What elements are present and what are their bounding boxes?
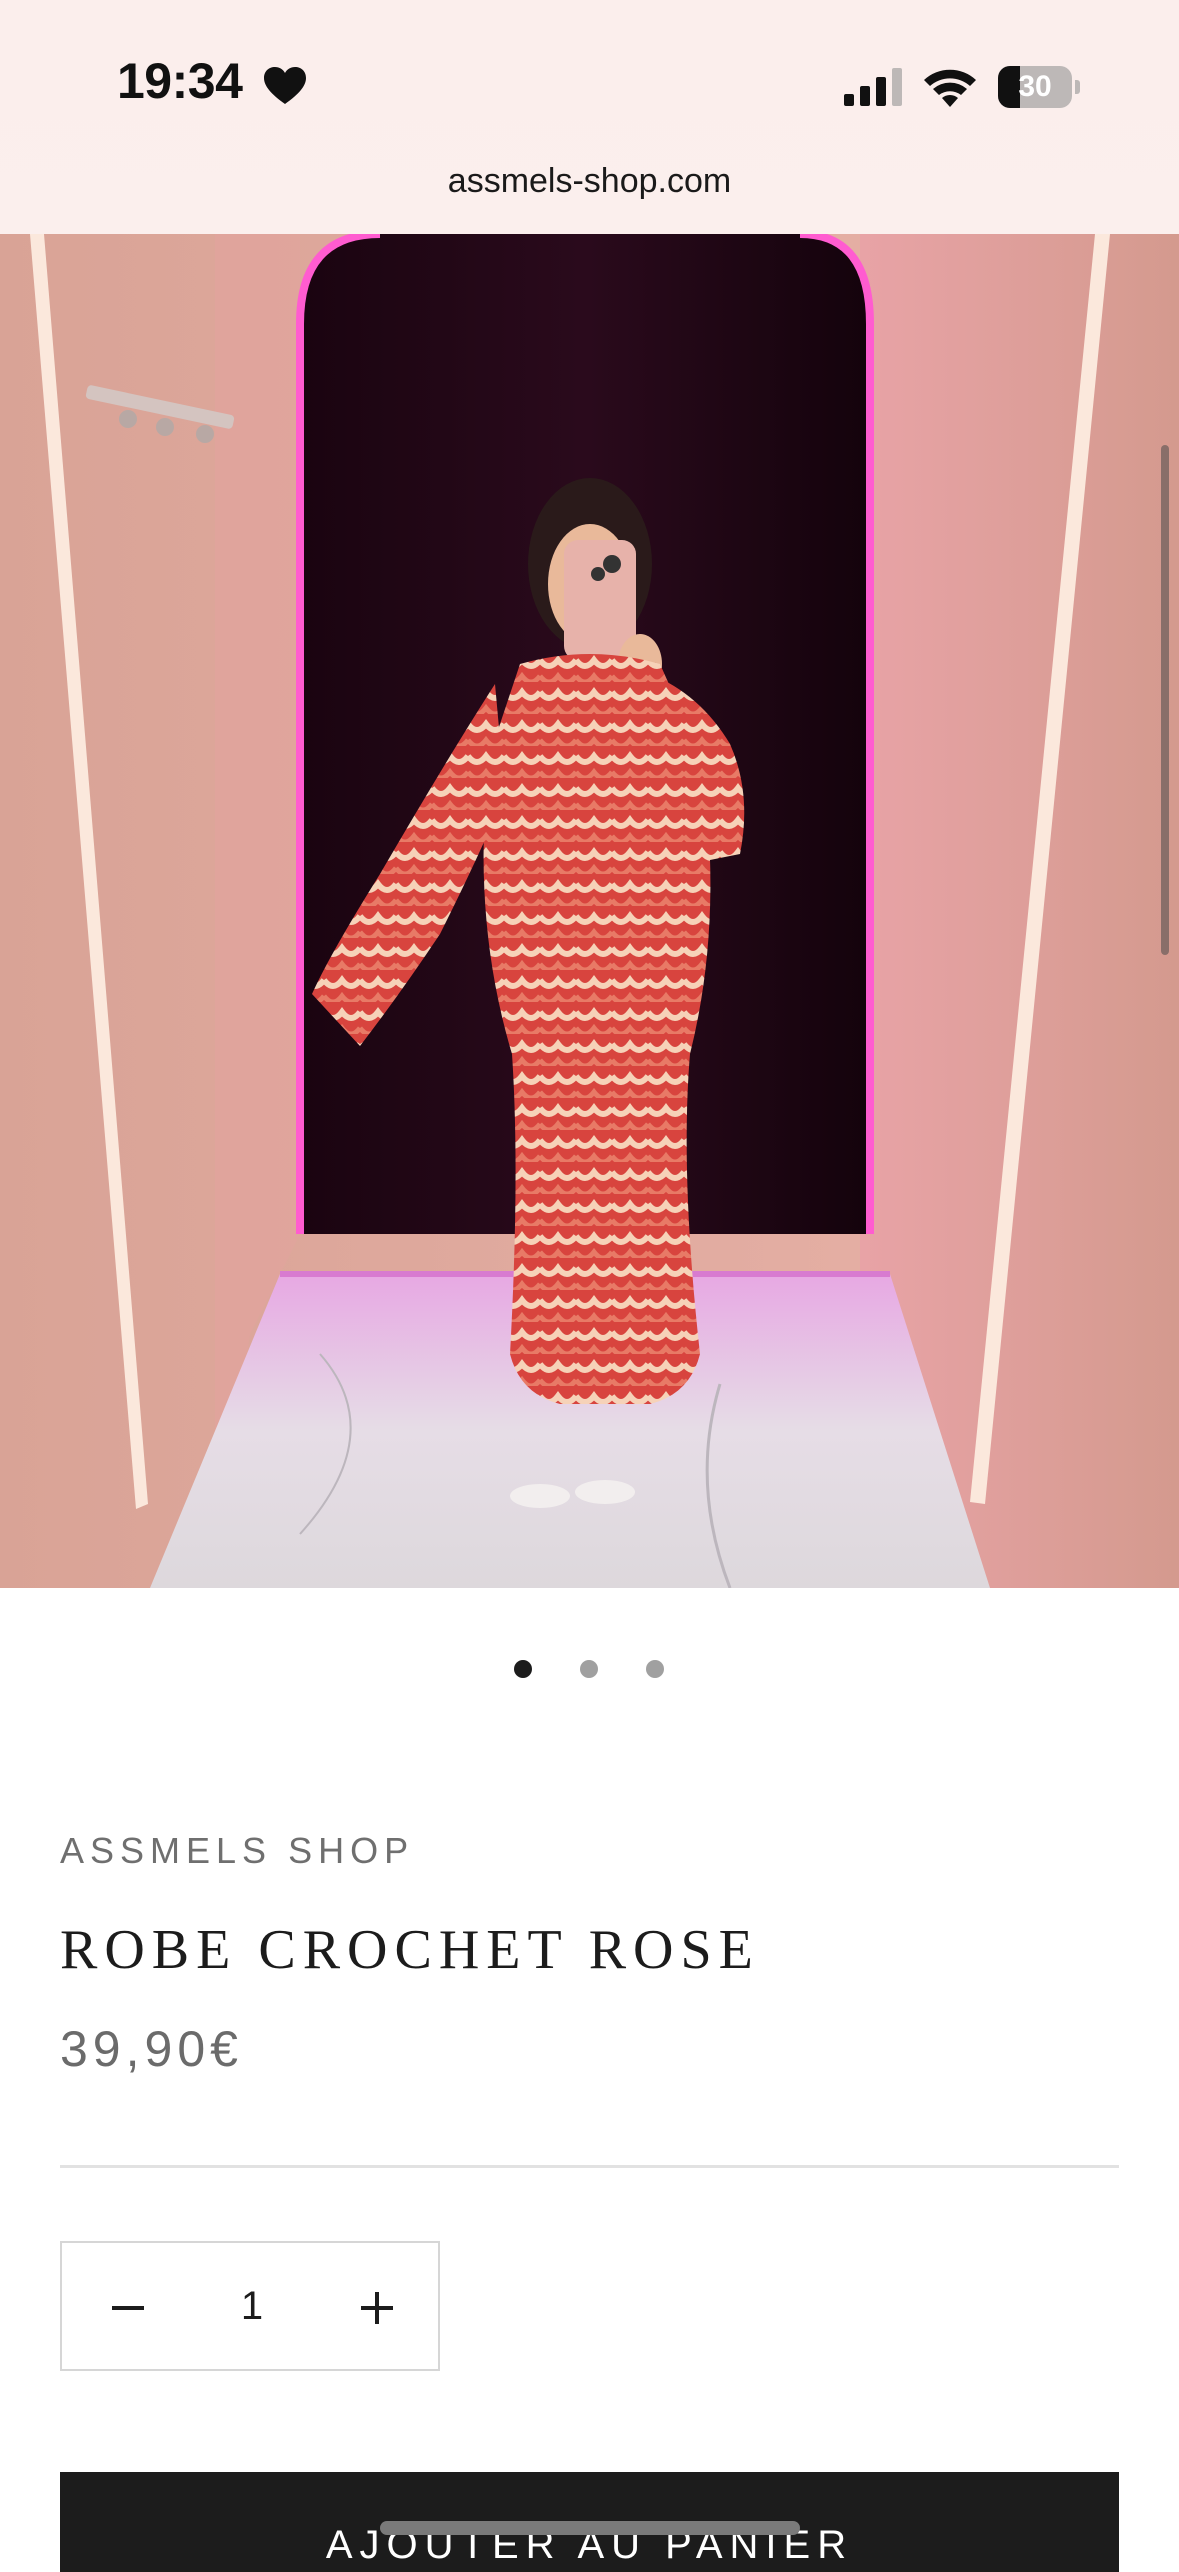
plus-icon — [361, 2292, 393, 2324]
product-price: 39,90€ — [60, 2021, 243, 2077]
browser-url[interactable]: assmels-shop.com — [0, 162, 1179, 201]
divider — [60, 2165, 1119, 2168]
battery-level: 30 — [1018, 70, 1052, 103]
page-scroll-indicator[interactable] — [1161, 445, 1169, 955]
minus-icon — [112, 2306, 144, 2310]
quantity-value[interactable]: 1 — [192, 2243, 312, 2369]
heart-icon — [264, 67, 306, 104]
battery-indicator: 30 — [998, 66, 1082, 108]
home-indicator[interactable] — [380, 2521, 800, 2535]
carousel-dot-1[interactable] — [514, 1660, 532, 1678]
decrease-quantity-button[interactable] — [92, 2273, 162, 2343]
product-image[interactable] — [0, 234, 1179, 1588]
product-title: ROBE CROCHET ROSE — [60, 1919, 760, 1981]
cellular-signal-icon — [844, 68, 902, 106]
wifi-icon — [924, 69, 976, 107]
product-vendor[interactable]: ASSMELS SHOP — [60, 1830, 414, 1872]
carousel-dot-3[interactable] — [646, 1660, 664, 1678]
status-time: 19:34 — [117, 53, 243, 109]
carousel-dot-2[interactable] — [580, 1660, 598, 1678]
quantity-stepper: 1 — [60, 2241, 440, 2371]
increase-quantity-button[interactable] — [342, 2273, 412, 2343]
image-carousel-dots — [0, 1660, 1179, 1680]
status-bar: 19:34 30 assmels-shop.com — [0, 0, 1179, 234]
